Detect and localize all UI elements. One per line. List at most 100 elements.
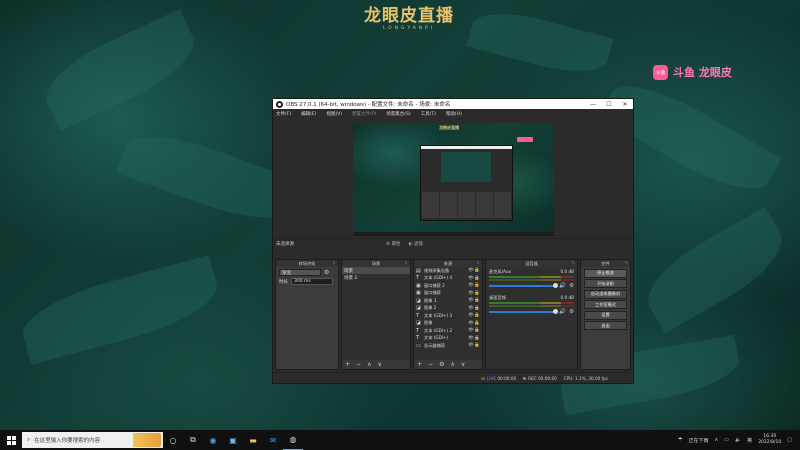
edge-browser-icon[interactable]: ◉ xyxy=(203,430,223,450)
float-icon: ✎ xyxy=(571,260,575,265)
lock-icon[interactable]: 🔒 xyxy=(474,268,480,273)
speaker-icon[interactable]: 🔊 xyxy=(559,283,566,289)
menu-profile[interactable]: 配置文件(P) xyxy=(352,111,376,117)
source-item[interactable]: ◪ 图像 2 👁 🔒 xyxy=(414,305,482,313)
filters-button[interactable]: ◐ 滤镜 xyxy=(408,241,422,247)
move-down-icon[interactable]: ∨ xyxy=(461,361,465,368)
float-icon: ✎ xyxy=(404,260,408,265)
menu-help[interactable]: 帮助(H) xyxy=(446,111,462,117)
record-dot-icon xyxy=(523,377,527,380)
maximize-icon[interactable]: ☐ xyxy=(601,101,617,108)
exit-button[interactable]: 退出 xyxy=(584,321,627,330)
ime-indicator[interactable]: 英 xyxy=(747,437,752,444)
source-item[interactable]: T 文本 (GDI+) 4 👁 🔒 xyxy=(414,275,482,283)
minimize-icon[interactable]: — xyxy=(585,101,601,108)
volume-icon[interactable]: 🔈 xyxy=(735,437,741,443)
network-icon[interactable]: ▭ xyxy=(724,437,729,443)
weather-icon[interactable]: ☂ xyxy=(678,437,682,443)
gear-icon[interactable]: ⚙ xyxy=(569,283,574,289)
display-capture-icon: ▭ xyxy=(416,342,421,349)
lock-icon[interactable]: 🔒 xyxy=(474,306,480,311)
dock-title: 场景 ✎ xyxy=(342,260,410,267)
menu-file[interactable]: 文件(F) xyxy=(276,111,291,117)
chevron-up-icon[interactable]: ∧ xyxy=(715,437,719,443)
notification-icon[interactable]: ▢ xyxy=(787,437,792,443)
preview-canvas[interactable]: 龙眼皮直播 xyxy=(353,123,554,236)
file-explorer-icon[interactable]: ▬ xyxy=(243,430,263,450)
transition-dock: 转场特效 ✎ 渐变 ⚙ 时长 300 ms xyxy=(275,259,339,370)
move-down-icon[interactable]: ∨ xyxy=(377,361,381,368)
volume-slider[interactable] xyxy=(489,309,559,314)
close-icon[interactable]: ✕ xyxy=(617,101,633,108)
weather-status[interactable]: 正在下雨 xyxy=(689,437,709,444)
clock[interactable]: 16:30 2022/8/10 xyxy=(758,434,781,446)
menu-edit[interactable]: 编辑(E) xyxy=(301,111,316,117)
lock-icon[interactable]: 🔒 xyxy=(474,313,480,318)
source-item[interactable]: T 文本 (GDI+) 2 👁 🔒 xyxy=(414,327,482,335)
scene-item[interactable]: 场景 xyxy=(342,267,410,274)
lock-icon[interactable]: 🔒 xyxy=(474,291,480,296)
menu-scene-collection[interactable]: 场景集合(S) xyxy=(386,111,410,117)
obs-taskbar-icon[interactable]: ◍ xyxy=(283,430,303,450)
start-button[interactable] xyxy=(0,435,22,445)
status-bar: LIVE 00:00:00 REC 00:00:00 CPU: 1.1%, 30… xyxy=(273,372,633,383)
lock-icon[interactable]: 🔒 xyxy=(474,321,480,326)
stop-streaming-button[interactable]: 停止推流 xyxy=(584,268,627,278)
source-item[interactable]: ▣ 窗口捕获 2 👁 🔒 xyxy=(414,282,482,290)
scene-item[interactable]: 场景 2 xyxy=(342,274,410,281)
move-up-icon[interactable]: ∧ xyxy=(450,361,454,368)
text-icon: T xyxy=(416,335,420,342)
system-tray: ☂ 正在下雨 ∧ ▭ 🔈 英 16:30 2022/8/10 ▢ xyxy=(678,430,800,450)
window-capture-icon: ▣ xyxy=(416,282,421,289)
douyu-logo-icon: 斗鱼 xyxy=(653,64,668,80)
float-icon: ✎ xyxy=(624,260,628,265)
audio-meter xyxy=(489,305,574,307)
duration-input[interactable]: 300 ms xyxy=(291,278,333,285)
lock-icon[interactable]: 🔒 xyxy=(474,328,480,333)
add-icon[interactable]: + xyxy=(345,361,350,368)
stream-logo: 龙眼皮直播 LONGYANPI xyxy=(354,6,464,31)
menu-tools[interactable]: 工具(T) xyxy=(421,111,436,117)
properties-button[interactable]: ⚙ 属性 xyxy=(386,241,400,247)
video-capture-icon: ▤ xyxy=(416,267,421,274)
menu-view[interactable]: 视图(V) xyxy=(326,111,342,117)
cortana-icon[interactable]: ○ xyxy=(163,430,183,450)
source-item[interactable]: T 文本 (GDI+) 👁 🔒 xyxy=(414,335,482,343)
source-item[interactable]: ◪ 图像 3 👁 🔒 xyxy=(414,297,482,305)
preview-logo: 龙眼皮直播 xyxy=(439,125,459,130)
task-view-icon[interactable]: ⧉ xyxy=(183,430,203,450)
float-icon: ✎ xyxy=(476,260,480,265)
source-item[interactable]: ◪ 图像 👁 🔒 xyxy=(414,320,482,328)
start-recording-button[interactable]: 开始录制 xyxy=(584,279,627,288)
source-item[interactable]: ▣ 窗口捕获 👁 🔒 xyxy=(414,290,482,298)
no-source-label: 未选择源 xyxy=(276,241,294,247)
studio-mode-button[interactable]: 工作室模式 xyxy=(584,300,627,309)
lock-icon[interactable]: 🔒 xyxy=(474,298,480,303)
speaker-icon[interactable]: 🔊 xyxy=(559,309,566,315)
remove-icon[interactable]: − xyxy=(356,361,361,368)
store-icon[interactable]: ▣ xyxy=(223,430,243,450)
source-item[interactable]: ▤ 视频采集设备 👁 🔒 xyxy=(414,267,482,275)
lock-icon[interactable]: 🔒 xyxy=(474,276,480,281)
gear-icon[interactable]: ⚙ xyxy=(439,361,444,368)
source-item[interactable]: ▭ 显示器捕获 👁 🔒 xyxy=(414,342,482,350)
gear-icon[interactable]: ⚙ xyxy=(324,269,329,276)
add-icon[interactable]: + xyxy=(417,361,422,368)
preview-area: 龙眼皮直播 xyxy=(273,118,633,238)
settings-button[interactable]: 设置 xyxy=(584,310,627,320)
app-icon[interactable]: ✉ xyxy=(263,430,283,450)
lock-icon[interactable]: 🔒 xyxy=(474,343,480,348)
transition-select[interactable]: 渐变 xyxy=(279,269,321,276)
lock-icon[interactable]: 🔒 xyxy=(474,336,480,341)
move-up-icon[interactable]: ∧ xyxy=(367,361,371,368)
source-item[interactable]: T 文本 (GDI+) 3 👁 🔒 xyxy=(414,312,482,320)
start-virtual-camera-button[interactable]: 启动虚拟摄像机 xyxy=(584,289,627,299)
obs-titlebar[interactable]: OBS 27.0.1 (64-bit, windows) - 配置文件: 未命名… xyxy=(273,99,633,109)
gear-icon[interactable]: ⚙ xyxy=(569,309,574,315)
remove-icon[interactable]: − xyxy=(428,361,433,368)
lock-icon[interactable]: 🔒 xyxy=(474,283,480,288)
text-icon: T xyxy=(416,327,420,334)
image-icon: ◪ xyxy=(416,297,421,304)
volume-slider[interactable] xyxy=(489,283,559,288)
taskbar-search[interactable]: ⌕ 在这里输入你要搜索的内容 xyxy=(22,432,163,448)
